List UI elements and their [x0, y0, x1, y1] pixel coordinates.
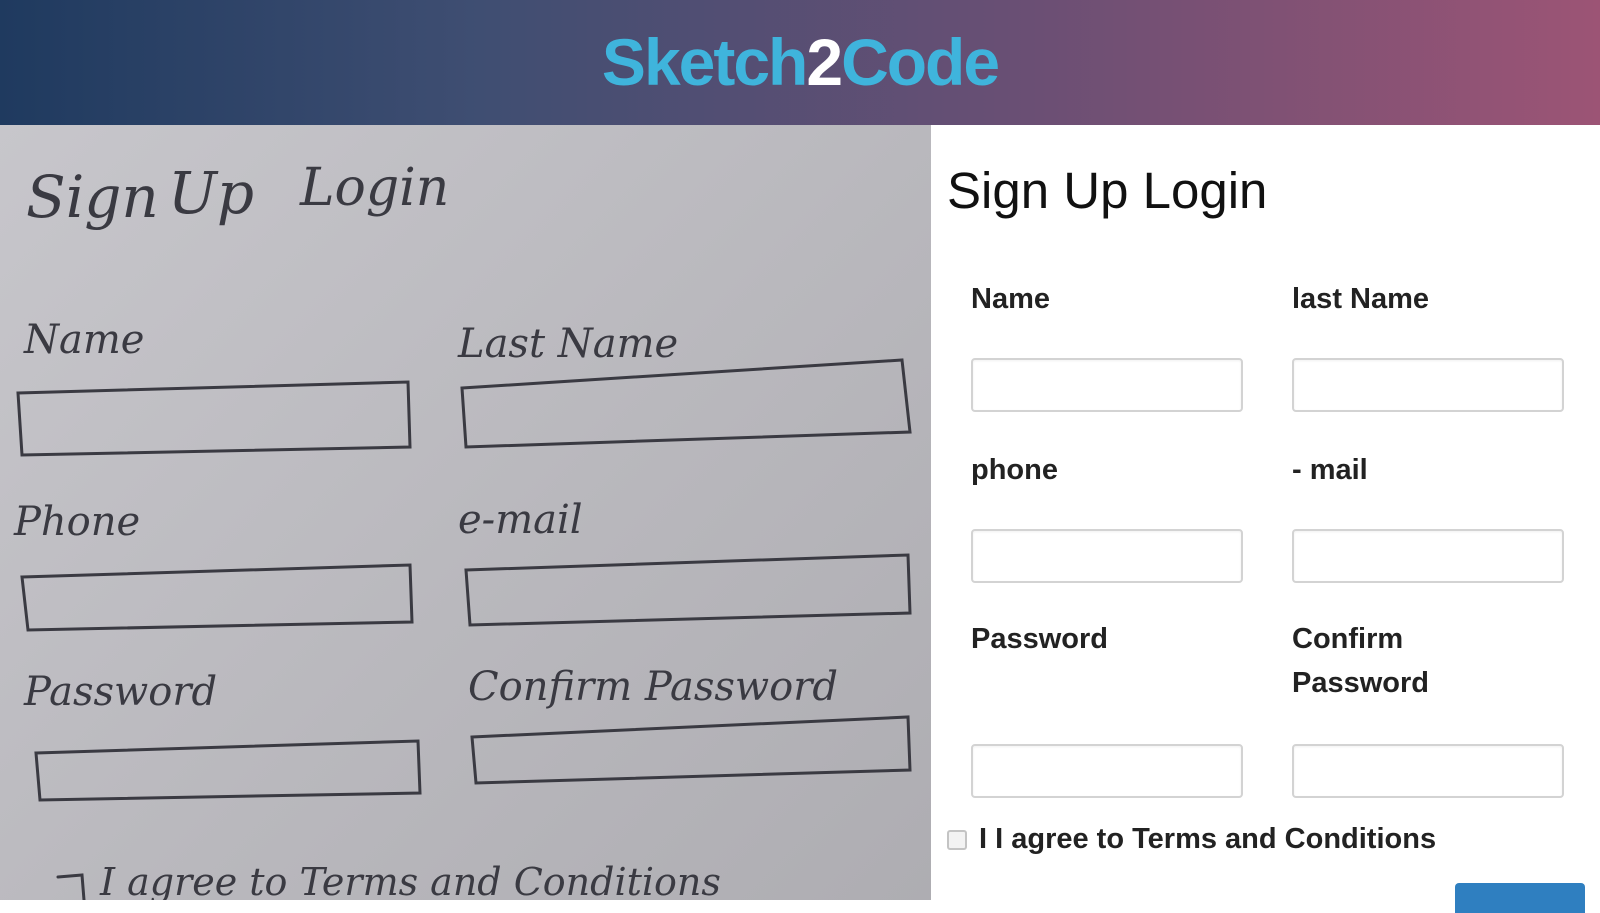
- terms-label: I I agree to Terms and Conditions: [979, 823, 1437, 855]
- email-label: - mail: [1292, 454, 1368, 486]
- brand-2: 2: [806, 25, 843, 99]
- email-input[interactable]: [1292, 529, 1564, 583]
- terms-checkbox[interactable]: [947, 830, 967, 850]
- sketch-last-name-label: Last Name: [457, 321, 678, 367]
- password-label: Password: [971, 623, 1108, 655]
- name-input[interactable]: [971, 358, 1243, 412]
- sketch-confirm-password-label: Confirm Password: [468, 664, 838, 710]
- sketch-phone-box: [20, 563, 414, 632]
- sketch-photo: Sign Up Login Name Last Name Phone e-mai…: [0, 125, 931, 900]
- confirm-password-input[interactable]: [1292, 744, 1564, 798]
- sketch-name-label: Name: [23, 317, 144, 363]
- confirm-password-label: Confirm Password: [1292, 623, 1429, 699]
- phone-label: phone: [971, 454, 1058, 486]
- submit-button[interactable]: [1455, 883, 1585, 913]
- sketch-password-box: [34, 739, 422, 802]
- name-label: Name: [971, 283, 1050, 315]
- sketch-confirm-box: [470, 715, 912, 785]
- sketch-email-box: [464, 553, 912, 627]
- sketch-agree-text: I agree to Terms and Conditions: [99, 860, 721, 900]
- sketch-checkbox: [56, 873, 86, 900]
- sketch-title-sign: Sign: [26, 163, 159, 231]
- phone-input[interactable]: [971, 529, 1243, 583]
- password-input[interactable]: [971, 744, 1243, 798]
- sketch-password-label: Password: [23, 669, 217, 715]
- app-header: Sketch2Code: [0, 0, 1600, 125]
- brand-sketch: Sketch: [601, 25, 808, 99]
- brand-code: Code: [841, 25, 1000, 99]
- sketch-drawing: Sign Up Login Name Last Name Phone e-mai…: [13, 158, 912, 900]
- brand-logo: Sketch2Code: [0, 22, 1600, 102]
- sketch-name-box: [16, 380, 412, 457]
- generated-form: Sign Up Login Name last Name phone - mai…: [931, 125, 1600, 913]
- sketch-email-label: e-mail: [458, 497, 583, 543]
- sketch-phone-label: Phone: [13, 499, 140, 545]
- last-name-input[interactable]: [1292, 358, 1564, 412]
- sketch-last-name-box: [460, 358, 912, 449]
- form-title: Sign Up Login: [947, 162, 1268, 219]
- last-name-label: last Name: [1292, 283, 1430, 315]
- sketch-title-up: Up: [168, 159, 254, 227]
- sketch-title-login: Login: [299, 158, 449, 218]
